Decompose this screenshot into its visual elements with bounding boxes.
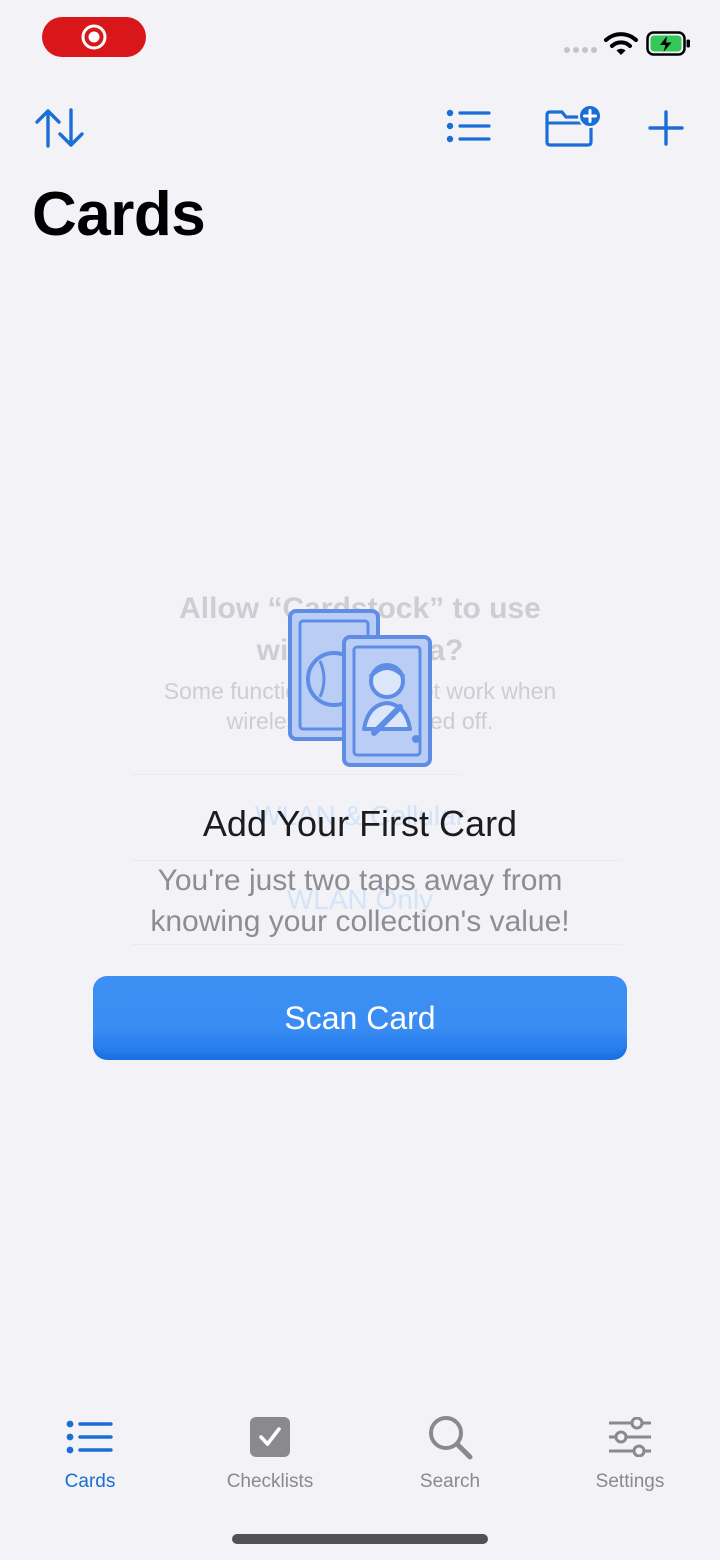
trading-cards-icon (288, 609, 434, 769)
sort-button[interactable] (34, 106, 86, 150)
new-folder-button[interactable] (544, 104, 604, 148)
tab-search[interactable]: Search (360, 1414, 540, 1494)
sort-arrows-icon (34, 106, 86, 150)
checkbox-icon (249, 1414, 291, 1460)
screen-recording-indicator[interactable] (42, 17, 146, 57)
tab-label: Checklists (226, 1471, 314, 1492)
empty-state-subtitle: You're just two taps away from knowing y… (150, 864, 570, 938)
tab-bar: Cards Checklists Search Settings (0, 1396, 720, 1516)
tab-cards[interactable]: Cards (0, 1414, 180, 1494)
wifi-icon (604, 31, 638, 57)
tab-settings[interactable]: Settings (540, 1414, 720, 1494)
sliders-icon (607, 1414, 653, 1460)
battery-charging-icon (646, 31, 692, 57)
search-icon (427, 1414, 473, 1460)
screen-record-icon (80, 23, 108, 51)
tab-label: Search (419, 1471, 481, 1492)
scan-card-button[interactable]: Scan Card (93, 976, 627, 1060)
tab-label: Cards (64, 1471, 116, 1492)
plus-icon (648, 110, 684, 146)
alert-divider (132, 944, 622, 945)
list-view-icon (446, 108, 492, 144)
folder-add-icon (544, 104, 604, 148)
list-icon (66, 1414, 114, 1460)
empty-state-title: Add Your First Card (202, 803, 518, 844)
add-card-button[interactable] (648, 110, 684, 146)
alert-divider (132, 774, 462, 775)
home-indicator[interactable] (232, 1534, 488, 1544)
cellular-signal-icon (564, 47, 597, 53)
tab-checklists[interactable]: Checklists (180, 1414, 360, 1494)
tab-label: Settings (595, 1471, 665, 1492)
list-view-button[interactable] (446, 108, 492, 144)
page-title: Cards (32, 180, 206, 249)
